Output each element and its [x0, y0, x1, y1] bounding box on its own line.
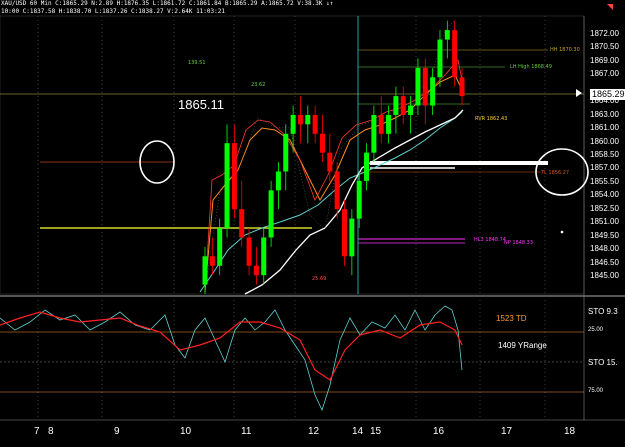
candle-body — [202, 256, 208, 285]
x-label: 14 — [352, 426, 364, 437]
x-label: 8 — [48, 426, 54, 437]
annotation-lh: LH High 1868.49 — [510, 64, 552, 70]
osc-level-75: 75.00 — [588, 388, 604, 394]
corner-marker — [607, 4, 613, 10]
candle-body — [312, 114, 318, 134]
annotation-h1: 139.51 — [188, 60, 206, 66]
y-tick: 1863.00 — [590, 109, 619, 119]
candle-body — [268, 190, 274, 238]
candle-body — [253, 265, 259, 276]
x-label: 15 — [370, 426, 382, 437]
candle-body — [415, 67, 421, 106]
candle-body — [422, 67, 428, 106]
candle-body — [386, 114, 392, 134]
sto-bottom-label: STO 15. — [588, 358, 618, 367]
osc-line-red — [0, 311, 463, 381]
y-tick: 1848.00 — [590, 244, 619, 254]
y-tick: 1857.00 — [590, 163, 619, 173]
main-panel — [0, 15, 585, 295]
x-label: 12 — [308, 426, 320, 437]
annotation-tl: TL 1856.27 — [541, 170, 570, 176]
candle-body — [246, 237, 252, 266]
sto-top-label: STO 9.3 — [588, 307, 618, 316]
y-tick: 1870.50 — [590, 42, 619, 52]
candle-body — [217, 228, 223, 266]
candle-body — [231, 143, 237, 210]
dot-marker — [560, 230, 564, 234]
x-label: 16 — [433, 426, 445, 437]
header-line-2: 10:00 C:1837.58 H:1838.70 L:1837.26 C:18… — [1, 8, 225, 15]
y-tick: 1849.50 — [590, 230, 619, 240]
y-tick: 1860.00 — [590, 136, 619, 146]
x-label: 18 — [564, 426, 576, 437]
osc-level-25: 25.00 — [588, 327, 604, 333]
candle-body — [459, 77, 465, 97]
candle-body — [224, 143, 230, 229]
candle-body — [319, 133, 325, 153]
candle-body — [364, 152, 370, 181]
y-tick: 1851.00 — [590, 217, 619, 227]
y-tick: 1852.50 — [590, 203, 619, 213]
x-label: 10 — [180, 426, 192, 437]
x-label: 7 — [34, 426, 40, 437]
candle-body — [209, 256, 215, 266]
annotation-np: NP 1848.33 — [504, 240, 534, 246]
candle-body — [371, 114, 377, 153]
y-tick: 1872.00 — [590, 29, 619, 38]
osc-line-cyan — [0, 305, 463, 412]
candle-body — [239, 209, 245, 238]
osc-yrange-label: 1409 YRange — [498, 341, 547, 350]
y-tick: 1858.50 — [590, 150, 619, 159]
annotation-hl3: HL3 1848.74 — [474, 237, 506, 243]
x-label: 11 — [241, 426, 252, 437]
candle-body — [452, 30, 458, 78]
y-tick: 1845.00 — [590, 271, 619, 280]
annotation-rvr: RVR 1862.43 — [475, 116, 508, 122]
osc-td-label: 1523 TD — [496, 314, 527, 323]
header-line-1: XAU/USD 60 Min C:1865.29 N:2.89 H:1876.3… — [1, 0, 334, 7]
candle-body — [444, 30, 450, 40]
x-label: 9 — [114, 426, 120, 437]
candle-body — [283, 133, 289, 172]
candle-body — [261, 237, 267, 276]
candle-body — [297, 114, 303, 125]
candle-body — [408, 105, 414, 115]
candle-body — [334, 171, 340, 210]
candle-body — [275, 171, 281, 191]
annotation-h2: 23.62 — [251, 82, 266, 88]
candle-body — [305, 114, 311, 125]
candle-body — [349, 218, 355, 257]
big-price-label: 1865.11 — [178, 97, 225, 112]
x-label: 17 — [501, 426, 513, 437]
y-tick: 1869.00 — [590, 55, 619, 65]
candle-body — [290, 114, 296, 134]
annotation-low: 25.69 — [312, 276, 327, 282]
candle-body — [342, 209, 348, 257]
candle-body — [400, 96, 406, 115]
candle-body — [356, 180, 362, 219]
y-tick: 1861.00 — [590, 123, 619, 133]
candle-body — [430, 77, 436, 106]
annotation-hh: HH 1870.30 — [550, 47, 580, 53]
y-tick: 1867.00 — [590, 69, 619, 79]
candle-body — [393, 96, 399, 115]
y-tick: 1855.50 — [590, 176, 619, 186]
candle-body — [378, 114, 384, 134]
current-price-box: 1865.29 — [590, 89, 625, 100]
candle-body — [437, 39, 443, 78]
y-tick: 1846.50 — [590, 257, 619, 267]
candle-body — [327, 152, 333, 172]
y-tick: 1854.00 — [590, 190, 619, 200]
